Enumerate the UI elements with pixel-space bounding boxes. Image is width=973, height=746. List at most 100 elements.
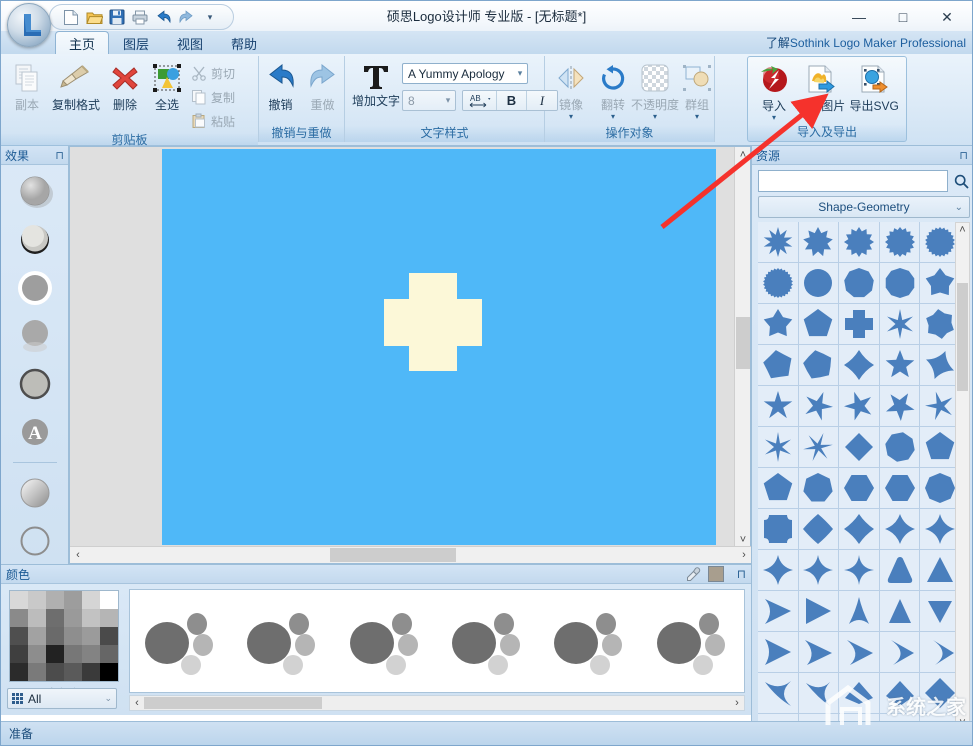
logo-thumb-4[interactable]	[442, 605, 534, 677]
shape-cell-chevron-left-thin[interactable]	[799, 673, 839, 713]
shape-cell-decagon[interactable]	[880, 263, 920, 303]
undo-ribbon-button[interactable]: 撤销	[260, 59, 302, 115]
shape-cell-star-4-pointy[interactable]	[920, 509, 956, 549]
save-file-button[interactable]	[106, 6, 128, 28]
delete-button[interactable]: 删除	[104, 59, 146, 115]
scroll-right-arrow[interactable]: ›	[730, 696, 744, 710]
swatch[interactable]	[28, 627, 46, 645]
shape-cell-triangle-round[interactable]	[880, 550, 920, 590]
tab-layers[interactable]: 图层	[109, 31, 163, 54]
shape-cell-chevron-right[interactable]	[880, 632, 920, 672]
shape-cell-chevron-thin[interactable]	[920, 632, 956, 672]
swatch[interactable]	[100, 591, 118, 609]
scroll-up-arrow[interactable]: ˄	[735, 147, 751, 162]
swatch[interactable]	[82, 645, 100, 663]
format-brush-button[interactable]: 复制格式	[48, 59, 104, 115]
shape-cell-star-5-tilt2[interactable]	[880, 386, 920, 426]
logo-thumb-6[interactable]	[647, 605, 739, 677]
shape-cell-star-6-thin2[interactable]	[799, 427, 839, 467]
scroll-left-arrow[interactable]: ‹	[130, 696, 144, 710]
letter-spacing-button[interactable]: AB	[463, 91, 497, 110]
opacity-button[interactable]: 不透明度 ▾	[634, 59, 676, 122]
swatch[interactable]	[46, 663, 64, 681]
swatch[interactable]	[64, 591, 82, 609]
shape-cell-star-5-soft[interactable]	[839, 345, 879, 385]
import-button[interactable]: 导入 ▾	[753, 60, 795, 123]
resource-search-box[interactable]	[758, 170, 948, 192]
swatch[interactable]	[28, 609, 46, 627]
search-input[interactable]	[759, 171, 947, 191]
swatch[interactable]	[82, 627, 100, 645]
shape-library-grid[interactable]	[758, 222, 956, 730]
application-menu-orb[interactable]	[7, 3, 51, 47]
shape-cell-wedge-left[interactable]	[758, 591, 798, 631]
swatch[interactable]	[64, 627, 82, 645]
swatch[interactable]	[46, 645, 64, 663]
shape-cell-star-5[interactable]	[880, 345, 920, 385]
tab-help[interactable]: 帮助	[217, 31, 271, 54]
shape-cell-flower-24[interactable]	[758, 263, 798, 303]
font-size-select[interactable]: 8 ▾	[402, 90, 456, 111]
shape-cell-diamond-round[interactable]	[799, 509, 839, 549]
swatch[interactable]	[10, 627, 28, 645]
shape-cell-squircle-notch[interactable]	[758, 509, 798, 549]
shape-cell-diamond[interactable]	[839, 427, 879, 467]
shape-cell-star-4-spiky[interactable]	[920, 386, 956, 426]
shape-cell-star-5-thin2[interactable]	[799, 386, 839, 426]
shape-cell-star-4-soft[interactable]	[839, 509, 879, 549]
shape-cell-star-5-tilt[interactable]	[839, 386, 879, 426]
swatch[interactable]	[64, 645, 82, 663]
shape-cell-arrow-right-thin[interactable]	[839, 632, 879, 672]
shape-cell-plus-thin[interactable]	[839, 550, 879, 590]
color-filter-select[interactable]: All ⌄	[7, 688, 117, 709]
color-swatch-grid[interactable]	[9, 590, 119, 682]
chevron-down-icon[interactable]: ▾	[772, 115, 776, 121]
shape-cell-triangle-up[interactable]	[880, 591, 920, 631]
undo-button[interactable]	[152, 6, 174, 28]
shape-cell-octagon[interactable]	[920, 468, 956, 508]
shape-cell-blob-pent-2[interactable]	[799, 345, 839, 385]
export-image-button[interactable]: 导出图片	[795, 60, 847, 116]
swatch[interactable]	[64, 609, 82, 627]
shape-cell-arrow-left-curve[interactable]	[758, 673, 798, 713]
swatch[interactable]	[28, 645, 46, 663]
swatch[interactable]	[82, 663, 100, 681]
group-button[interactable]: 群组 ▾	[676, 59, 718, 122]
swatch[interactable]	[46, 627, 64, 645]
eyedropper-icon[interactable]	[686, 567, 701, 582]
swatch[interactable]	[10, 591, 28, 609]
shape-cell-star-9-rounded[interactable]	[799, 222, 839, 262]
shape-cell-circle[interactable]	[799, 263, 839, 303]
bold-button[interactable]: B	[497, 91, 527, 110]
chevron-down-icon[interactable]: ▾	[569, 114, 573, 120]
shape-cell-star-5-thin[interactable]	[758, 386, 798, 426]
swatch[interactable]	[28, 663, 46, 681]
shape-cell-blob-pent[interactable]	[758, 345, 798, 385]
swatch[interactable]	[64, 663, 82, 681]
redo-ribbon-button[interactable]: 重做	[302, 59, 344, 115]
scroll-left-arrow[interactable]: ‹	[70, 547, 86, 563]
canvas-v-scroll-thumb[interactable]	[736, 317, 750, 369]
redo-button[interactable]	[175, 6, 197, 28]
pin-icon[interactable]: ⊓	[737, 567, 746, 581]
logo-thumb-5[interactable]	[544, 605, 636, 677]
effect-outline-only[interactable]	[12, 521, 58, 561]
canvas-area[interactable]: ˄ ˅ ‹ ›	[69, 146, 751, 564]
shape-cell-octagon-round[interactable]	[880, 427, 920, 467]
open-file-button[interactable]	[83, 6, 105, 28]
effect-stroke[interactable]	[12, 364, 58, 404]
flip-button[interactable]: 翻转 ▾	[592, 59, 634, 122]
current-color-swatch[interactable]	[708, 566, 724, 582]
swatch[interactable]	[100, 627, 118, 645]
chevron-down-icon[interactable]: ▾	[653, 114, 657, 120]
shape-cell-star-12-small[interactable]	[839, 222, 879, 262]
maximize-button[interactable]: □	[882, 3, 924, 31]
pin-icon[interactable]: ⊓	[959, 149, 968, 162]
close-button[interactable]: ✕	[926, 3, 968, 31]
shape-cell-flower-16[interactable]	[880, 222, 920, 262]
search-magnifier-icon[interactable]	[952, 171, 970, 191]
swatch[interactable]	[82, 591, 100, 609]
duplicate-button[interactable]: 副本	[6, 59, 48, 115]
logo-thumb-2[interactable]	[237, 605, 329, 677]
effect-drop-shadow[interactable]	[12, 172, 58, 212]
